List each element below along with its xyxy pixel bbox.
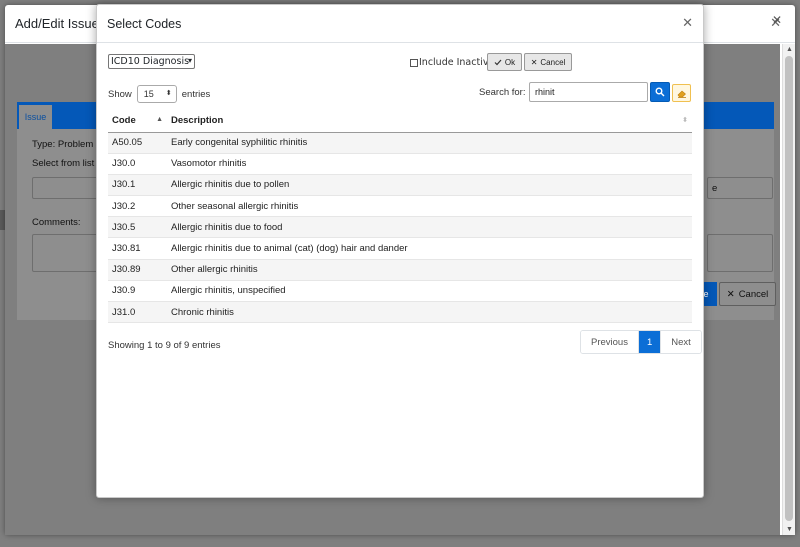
include-inactive-label: Include Inactive xyxy=(419,57,495,68)
code-cell[interactable]: J30.89 xyxy=(108,259,167,281)
outer-cancel-button[interactable]: ✕ Cancel xyxy=(719,282,776,306)
entries-length-select[interactable]: 15 ⬍ xyxy=(136,85,177,103)
search-input-value: rhinit xyxy=(535,87,555,97)
comments-label: Comments: xyxy=(32,217,81,228)
description-cell[interactable]: Early congenital syphilitic rhinitis xyxy=(167,132,692,154)
table-row[interactable]: J30.81 Allergic rhinitis due to animal (c… xyxy=(108,237,692,260)
description-cell[interactable]: Other seasonal allergic rhinitis xyxy=(167,195,692,218)
issue-right-field-text: e xyxy=(712,183,718,194)
scroll-up-icon[interactable]: ▲ xyxy=(786,46,793,53)
code-cell[interactable]: J30.0 xyxy=(108,153,167,175)
code-cell[interactable]: J30.5 xyxy=(108,216,167,239)
type-label: Type: Problem xyxy=(32,139,94,150)
scroll-down-icon[interactable]: ▼ xyxy=(786,526,793,533)
description-cell[interactable]: Vasomotor rhinitis xyxy=(167,153,692,175)
ok-label: Ok xyxy=(504,57,516,67)
code-cell[interactable]: J30.81 xyxy=(108,237,167,260)
table-row[interactable]: J30.0 Vasomotor rhinitis xyxy=(108,153,692,175)
code-cell[interactable]: J30.9 xyxy=(108,280,167,303)
search-label: Search for: xyxy=(479,87,526,98)
close-icon: ✕ xyxy=(530,57,538,67)
code-cell[interactable]: J30.2 xyxy=(108,195,167,218)
pagination-previous[interactable]: Previous xyxy=(581,331,639,353)
entries-length-value: 15 xyxy=(143,89,154,99)
codes-table: Code ▲ Description ⬍ A50.05 Early congeni… xyxy=(108,110,692,324)
chevron-down-icon: ▾ xyxy=(187,56,192,65)
code-type-select[interactable]: ICD10 Diagnosis ▾ xyxy=(108,54,195,69)
tab-issue[interactable]: Issue xyxy=(18,104,53,129)
description-cell[interactable]: Allergic rhinitis due to pollen xyxy=(167,174,692,197)
table-header-row: Code ▲ Description ⬍ xyxy=(108,110,692,133)
select-codes-title: Select Codes xyxy=(107,16,182,31)
add-edit-issue-title: Add/Edit Issue xyxy=(15,16,99,31)
close-icon: ✕ xyxy=(726,288,735,300)
description-cell[interactable]: Allergic rhinitis due to animal (cat) (d… xyxy=(167,237,692,260)
table-row[interactable]: J30.5 Allergic rhinitis due to food xyxy=(108,216,692,239)
eraser-icon xyxy=(677,90,686,98)
sort-arrows-icon: ⬍ xyxy=(165,90,172,97)
description-cell[interactable]: Allergic rhinitis, unspecified xyxy=(167,280,692,303)
issue-title-field[interactable] xyxy=(32,177,104,199)
sort-both-icon: ⬍ xyxy=(682,117,688,124)
description-cell[interactable]: Other allergic rhinitis xyxy=(167,259,692,281)
comments-textarea-right[interactable] xyxy=(707,234,773,272)
search-button[interactable] xyxy=(650,82,670,102)
save-button-label: e xyxy=(703,289,709,299)
column-header-code-label: Code xyxy=(112,115,136,127)
close-icon[interactable]: ✕ xyxy=(682,15,693,31)
table-row[interactable]: J30.89 Other allergic rhinitis xyxy=(108,259,692,281)
sort-ascending-icon: ▲ xyxy=(156,116,163,123)
cancel-button[interactable]: ✕ Cancel xyxy=(524,53,572,71)
ok-button[interactable]: Ok xyxy=(487,53,522,71)
column-header-description[interactable]: Description ⬍ xyxy=(167,110,692,133)
cancel-label: Cancel xyxy=(540,57,566,67)
code-type-selected-value: ICD10 Diagnosis xyxy=(111,56,190,67)
include-inactive[interactable]: Include Inactive xyxy=(410,57,494,68)
table-row[interactable]: J30.9 Allergic rhinitis, unspecified xyxy=(108,280,692,303)
code-cell[interactable]: J31.0 xyxy=(108,301,167,324)
code-cell[interactable]: J30.1 xyxy=(108,174,167,197)
entries-label: entries xyxy=(181,88,211,100)
comments-textarea[interactable] xyxy=(32,234,104,272)
show-entries-control: Show 15 ⬍ entries xyxy=(108,85,210,103)
search-icon xyxy=(655,87,665,97)
pagination-next[interactable]: Next xyxy=(661,331,701,353)
show-label: Show xyxy=(108,88,132,100)
include-inactive-checkbox[interactable] xyxy=(410,58,418,67)
pagination: Previous 1 Next xyxy=(580,330,702,354)
column-header-code[interactable]: Code ▲ xyxy=(108,110,167,133)
close-icon[interactable]: ✕ xyxy=(772,13,782,27)
table-info: Showing 1 to 9 of 9 entries xyxy=(108,340,221,351)
check-icon xyxy=(494,59,502,65)
search-input[interactable]: rhinit xyxy=(529,82,648,102)
description-cell[interactable]: Allergic rhinitis due to food xyxy=(167,216,692,239)
column-header-description-label: Description xyxy=(171,115,224,127)
issue-right-field[interactable]: e xyxy=(707,177,773,199)
code-cell[interactable]: A50.05 xyxy=(108,132,167,154)
description-cell[interactable]: Chronic rhinitis xyxy=(167,301,692,324)
table-row[interactable]: J30.1 Allergic rhinitis due to pollen xyxy=(108,174,692,197)
table-row[interactable]: J31.0 Chronic rhinitis xyxy=(108,301,692,324)
select-codes-modal: Select Codes ✕ ICD10 Diagnosis ▾ Include… xyxy=(96,4,704,498)
select-codes-header: Select Codes xyxy=(97,5,703,43)
scrollbar[interactable]: ▲ ▼ xyxy=(782,44,795,535)
table-row[interactable]: A50.05 Early congenital syphilitic rhinit… xyxy=(108,132,692,154)
pagination-page-1[interactable]: 1 xyxy=(638,331,662,353)
table-row[interactable]: J30.2 Other seasonal allergic rhinitis xyxy=(108,195,692,218)
clear-search-button[interactable] xyxy=(672,84,691,102)
select-from-list-label: Select from list xyxy=(32,158,95,169)
scroll-thumb[interactable] xyxy=(785,56,793,521)
outer-cancel-label: Cancel xyxy=(738,288,769,300)
